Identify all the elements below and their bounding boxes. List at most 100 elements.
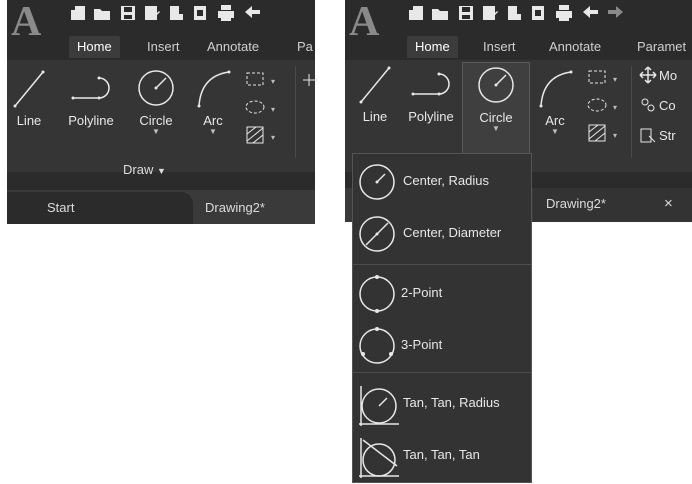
ellipse-icon[interactable]: ▾ [243,96,279,118]
save-as-icon[interactable] [143,4,161,22]
circle-3-point-icon [359,327,395,364]
tab-annotate[interactable]: Annotate [549,38,601,56]
stretch-label[interactable]: Str [659,128,676,143]
open-icon[interactable] [93,4,111,22]
svg-text:▾: ▾ [613,103,617,112]
menu-item-3-point[interactable]: 3-Point [353,320,531,370]
tab-insert[interactable]: Insert [483,38,516,56]
menu-item-2-point[interactable]: 2-Point [353,268,531,318]
move-icon[interactable] [303,74,315,86]
menu-item-label: Center, Diameter [403,225,502,240]
draw-panel-title[interactable]: Draw ▼ [123,162,166,177]
polyline-label: Polyline [68,113,114,128]
polyline-tool[interactable]: Polyline [59,66,123,128]
copy-label[interactable]: Co [659,98,676,113]
line-icon [13,70,45,108]
circle-tool[interactable]: Circle ▼ [131,66,181,136]
redo-icon[interactable] [607,4,625,22]
svg-text:▾: ▾ [271,105,275,114]
tab-parametric[interactable]: Paramet [637,38,686,56]
arc-tool[interactable]: Arc ▼ [193,66,233,136]
panel-divider [631,66,632,158]
hatch-icon[interactable]: ▾ [243,124,279,146]
left-screenshot: A Home Insert Annotate Pa Line Polyline … [7,0,315,224]
chevron-down-icon: ▼ [209,127,217,136]
tab-drawing2[interactable]: Drawing2* [205,200,265,215]
print-icon[interactable] [217,4,235,22]
line-tool[interactable]: Line [355,62,395,124]
plot-icon[interactable] [505,4,523,22]
plot-icon-2[interactable] [529,4,547,22]
hatch-icon[interactable]: ▾ [585,122,621,144]
autocad-logo[interactable]: A [349,1,399,43]
line-label: Line [16,113,42,128]
svg-text:▾: ▾ [271,133,275,142]
circle-tan-tan-tan-icon [359,438,399,478]
svg-text:▾: ▾ [613,131,617,140]
chevron-down-icon: ▼ [551,127,559,136]
rectangle-icon[interactable]: ▾ [585,66,621,88]
menu-item-center-diameter[interactable]: Center, Diameter [353,208,531,258]
undo-icon[interactable] [243,4,261,22]
plot-icon-2[interactable] [191,4,209,22]
copy-icon[interactable] [639,96,657,114]
menu-divider [353,264,531,265]
tab-start[interactable]: Start [47,200,74,215]
menu-item-label: Tan, Tan, Tan [403,447,480,462]
undo-icon[interactable] [581,4,599,22]
circle-tan-tan-radius-icon [359,386,399,426]
line-icon [359,66,391,104]
tab-insert[interactable]: Insert [147,38,180,56]
stretch-icon[interactable] [639,126,657,144]
close-icon[interactable]: × [664,195,673,212]
tab-drawing2[interactable]: Drawing2* [546,196,606,211]
menu-item-label: 3-Point [401,337,443,352]
chevron-down-icon: ▼ [152,127,160,136]
polyline-label: Polyline [408,109,454,124]
line-tool[interactable]: Line [9,66,49,128]
new-icon[interactable] [69,4,87,22]
arc-label: Arc [545,113,565,128]
circle-center-radius-icon [359,164,395,200]
tab-home[interactable]: Home [407,36,458,58]
move-label[interactable]: Mo [659,68,677,83]
move-icon[interactable] [639,66,657,84]
svg-text:▾: ▾ [271,77,275,86]
polyline-icon [71,76,110,100]
tab-home[interactable]: Home [69,36,120,58]
tab-annotate[interactable]: Annotate [207,38,259,56]
save-icon[interactable] [119,4,137,22]
arc-tool[interactable]: Arc ▼ [535,66,575,136]
arc-icon [539,70,573,108]
open-icon[interactable] [431,4,449,22]
tab-parametric[interactable]: Pa [297,38,313,56]
circle-tool[interactable]: Circle ▼ [462,62,530,154]
save-as-icon[interactable] [481,4,499,22]
menu-item-tan-tan-radius[interactable]: Tan, Tan, Radius [353,378,531,428]
circle-dropdown-menu: Center, Radius Center, Diameter 2-Point … [352,153,532,483]
draw-panel-label: Draw [123,162,154,177]
menu-item-center-radius[interactable]: Center, Radius [353,156,531,206]
rectangle-icon[interactable]: ▾ [243,68,279,90]
menu-item-tan-tan-tan[interactable]: Tan, Tan, Tan [353,430,531,480]
arc-icon [197,70,231,108]
menu-item-label: Center, Radius [403,173,489,188]
circle-2-point-icon [359,275,395,313]
tab-start-bg [7,192,193,224]
chevron-down-icon: ▼ [492,124,500,133]
print-icon[interactable] [555,4,573,22]
save-icon[interactable] [457,4,475,22]
chevron-down-icon: ▼ [156,166,166,176]
ellipse-icon[interactable]: ▾ [585,94,621,116]
circle-center-diameter-icon [359,216,395,252]
circle-icon [478,67,514,103]
svg-text:▾: ▾ [613,75,617,84]
arc-label: Arc [203,113,223,128]
polyline-tool[interactable]: Polyline [399,62,463,124]
plot-icon[interactable] [167,4,185,22]
line-label: Line [362,109,388,124]
menu-divider [353,372,531,373]
autocad-logo[interactable]: A [11,1,61,43]
menu-item-label: 2-Point [401,285,443,300]
new-icon[interactable] [407,4,425,22]
